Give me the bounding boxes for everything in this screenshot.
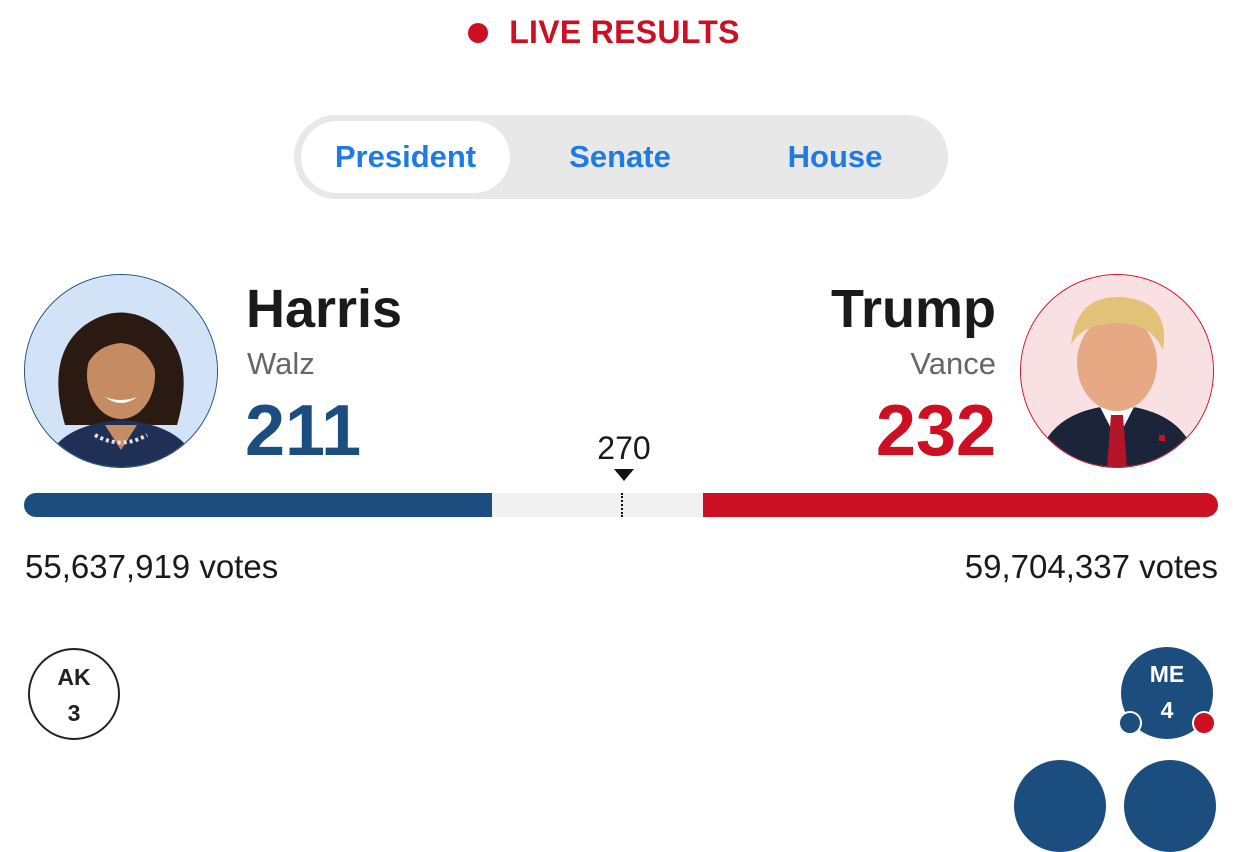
state-bubble-ak[interactable]: AK 3	[28, 648, 120, 740]
live-results-header: LIVE RESULTS	[0, 14, 1236, 51]
live-dot-icon	[468, 22, 489, 43]
split-district-rep-dot	[1192, 711, 1216, 735]
democrat-electoral-votes: 211	[245, 391, 362, 471]
state-abbr: AK	[57, 664, 91, 690]
tab-house[interactable]: House	[730, 121, 940, 193]
state-bubble-partial[interactable]	[1124, 760, 1216, 852]
republican-running-mate: Vance	[910, 346, 996, 381]
trump-avatar	[1020, 274, 1214, 468]
tab-senate[interactable]: Senate	[510, 121, 730, 193]
republican-electoral-votes: 232	[875, 391, 996, 471]
republican-candidate-name: Trump	[830, 279, 996, 339]
tab-president[interactable]: President	[301, 121, 510, 193]
race-type-tabs: President Senate House	[294, 115, 948, 199]
electoral-progress-bar	[24, 493, 1218, 517]
republican-bar-fill	[703, 493, 1218, 517]
threshold-marker-icon	[614, 469, 634, 481]
threshold-line	[621, 493, 623, 517]
democrat-popular-votes: 55,637,919 votes	[25, 548, 279, 585]
democrat-candidate-name: Harris	[246, 279, 403, 339]
state-abbr: ME	[1149, 661, 1185, 687]
republican-popular-votes: 59,704,337 votes	[964, 548, 1218, 585]
state-bubble-partial[interactable]	[1014, 760, 1106, 852]
live-results-label: LIVE RESULTS	[509, 14, 740, 50]
harris-avatar	[24, 274, 218, 468]
state-electoral-votes: 3	[67, 700, 81, 726]
split-district-dem-dot	[1118, 711, 1142, 735]
democrat-bar-fill	[24, 493, 493, 517]
democrat-running-mate: Walz	[247, 346, 315, 381]
threshold-label: 270	[597, 430, 651, 466]
